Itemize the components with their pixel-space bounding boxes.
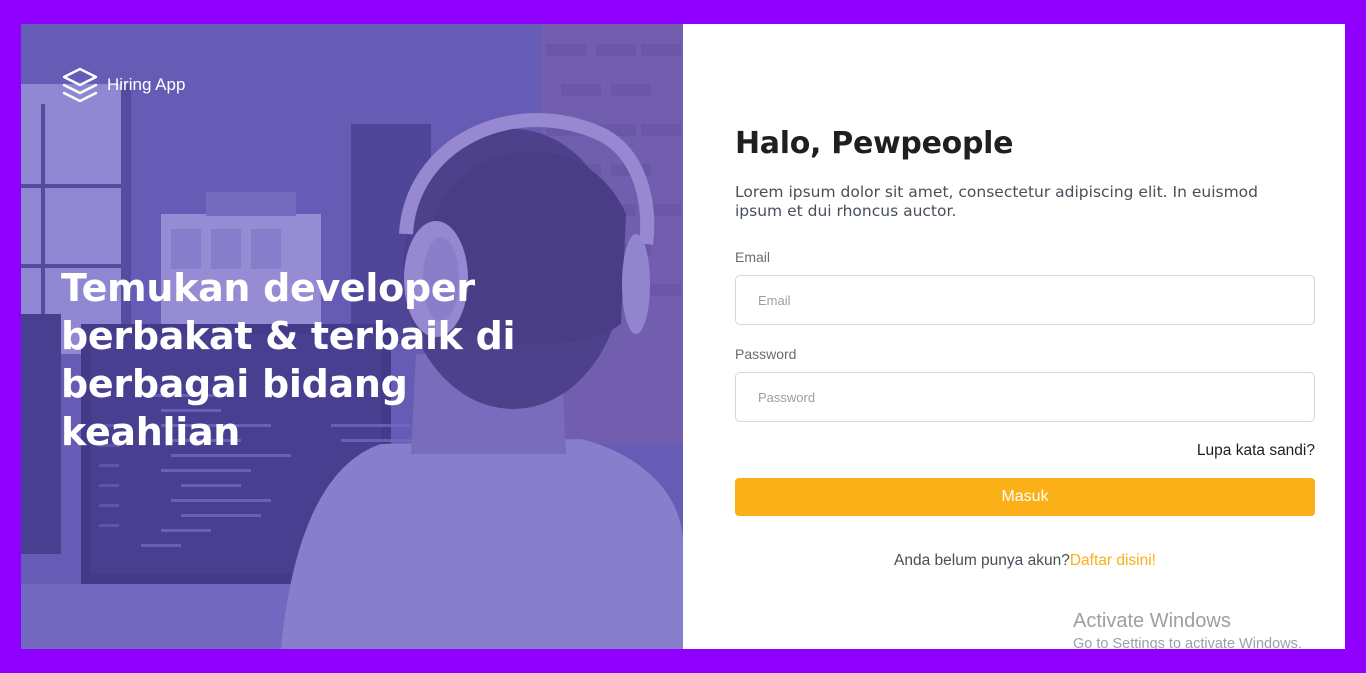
register-prompt: Anda belum punya akun? (894, 552, 1070, 569)
forgot-password-row: Lupa kata sandi? (735, 442, 1315, 460)
windows-activation-watermark: Activate Windows Go to Settings to activ… (1073, 610, 1302, 649)
login-panel: Halo, Pewpeople Lorem ipsum dolor sit am… (683, 24, 1345, 649)
register-row: Anda belum punya akun?Daftar disini! (735, 552, 1315, 570)
register-link[interactable]: Daftar disini! (1070, 552, 1156, 569)
email-input[interactable] (735, 275, 1315, 325)
login-form: Halo, Pewpeople Lorem ipsum dolor sit am… (735, 126, 1315, 570)
login-subtitle: Lorem ipsum dolor sit amet, consectetur … (735, 183, 1258, 220)
password-input[interactable] (735, 372, 1315, 422)
email-label: Email (735, 249, 771, 265)
hero-panel: Hiring App Temukan developer berbakat & … (21, 24, 683, 649)
brand-name: Hiring App (107, 75, 186, 94)
watermark-title: Activate Windows (1073, 610, 1231, 632)
hero-headline: Temukan developer berbakat & terbaik di … (61, 266, 516, 454)
app-frame: Hiring App Temukan developer berbakat & … (21, 24, 1345, 649)
layers-icon (62, 67, 98, 103)
password-label: Password (735, 346, 797, 362)
watermark-subtitle: Go to Settings to activate Windows. (1073, 636, 1302, 649)
brand[interactable]: Hiring App (61, 66, 185, 104)
login-greeting: Halo, Pewpeople (735, 126, 1014, 161)
forgot-password-link[interactable]: Lupa kata sandi? (1197, 442, 1315, 459)
login-button[interactable]: Masuk (735, 478, 1315, 516)
